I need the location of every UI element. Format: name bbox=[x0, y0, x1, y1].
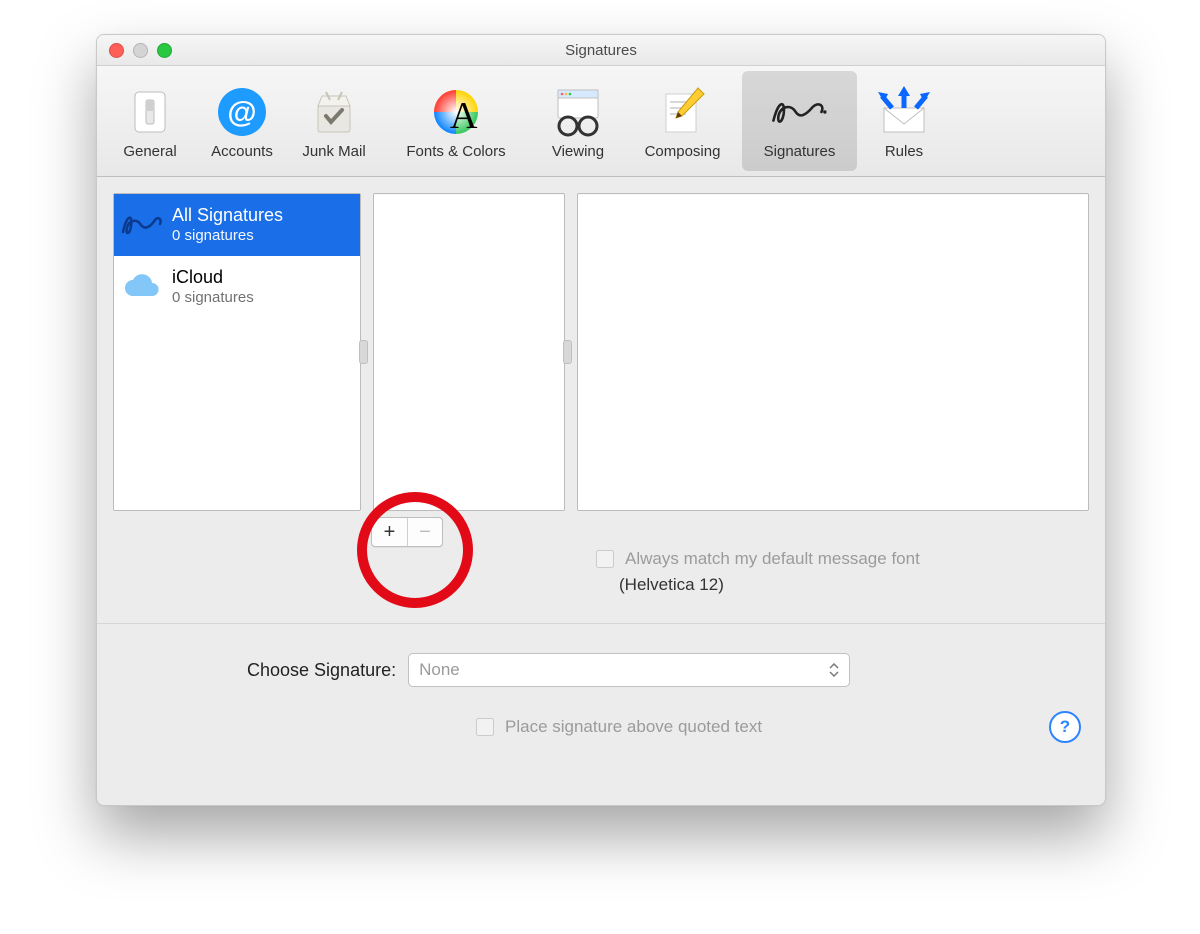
account-subtitle: 0 signatures bbox=[172, 289, 254, 307]
svg-text:@: @ bbox=[227, 96, 256, 129]
always-match-font-checkbox bbox=[596, 550, 614, 568]
chevron-updown-icon bbox=[825, 657, 843, 683]
tab-signatures[interactable]: Signatures bbox=[742, 71, 857, 171]
add-signature-button[interactable]: + bbox=[372, 518, 407, 546]
icloud-icon bbox=[120, 265, 164, 309]
tab-rules[interactable]: Rules bbox=[859, 71, 949, 171]
accounts-list[interactable]: All Signatures 0 signatures iCloud bbox=[113, 193, 361, 511]
divider bbox=[97, 623, 1105, 624]
signatures-pane: All Signatures 0 signatures iCloud bbox=[97, 177, 1105, 547]
minimize-window-button bbox=[133, 43, 148, 58]
tab-fonts-colors[interactable]: A Fonts & Colors bbox=[381, 71, 531, 171]
tab-label: Accounts bbox=[211, 143, 273, 160]
tab-viewing[interactable]: Viewing bbox=[533, 71, 623, 171]
choose-signature-value: None bbox=[419, 660, 460, 680]
add-remove-signature: + − bbox=[371, 517, 443, 547]
column-resize-handle[interactable] bbox=[359, 340, 368, 364]
preferences-toolbar: General @ Accounts bbox=[97, 66, 1105, 177]
choose-signature-label: Choose Signature: bbox=[247, 660, 396, 681]
always-match-font-label: Always match my default message font bbox=[625, 549, 920, 569]
default-font-display: (Helvetica 12) bbox=[619, 575, 920, 595]
account-title: All Signatures bbox=[172, 205, 283, 227]
account-all-signatures[interactable]: All Signatures 0 signatures bbox=[114, 194, 360, 256]
account-title: iCloud bbox=[172, 267, 254, 289]
tab-composing[interactable]: Composing bbox=[625, 71, 740, 171]
rules-icon bbox=[874, 83, 934, 141]
compose-icon bbox=[653, 83, 713, 141]
preferences-window: Signatures General @ bbox=[96, 34, 1106, 806]
tab-label: Junk Mail bbox=[302, 143, 365, 160]
window-controls bbox=[109, 43, 172, 58]
place-above-label: Place signature above quoted text bbox=[505, 717, 762, 737]
trash-icon bbox=[304, 83, 364, 141]
switch-icon bbox=[120, 83, 180, 141]
svg-text:A: A bbox=[450, 95, 478, 137]
colorwheel-icon: A bbox=[426, 83, 486, 141]
help-button[interactable]: ? bbox=[1049, 711, 1081, 743]
tab-label: Fonts & Colors bbox=[406, 143, 505, 160]
place-above-quoted-text-group: Place signature above quoted text bbox=[472, 715, 762, 739]
account-subtitle: 0 signatures bbox=[172, 227, 283, 245]
choose-signature-popup: None bbox=[408, 653, 850, 687]
signature-icon bbox=[120, 203, 164, 247]
tab-label: Signatures bbox=[764, 143, 836, 160]
tab-accounts[interactable]: @ Accounts bbox=[197, 71, 287, 171]
place-above-checkbox bbox=[476, 718, 494, 736]
zoom-window-button[interactable] bbox=[157, 43, 172, 58]
tab-label: Composing bbox=[645, 143, 721, 160]
always-match-font-group: Always match my default message font (He… bbox=[592, 547, 920, 595]
choose-signature-row: Choose Signature: None bbox=[247, 653, 850, 687]
remove-signature-button: − bbox=[407, 518, 442, 546]
titlebar: Signatures bbox=[97, 35, 1105, 66]
close-window-button[interactable] bbox=[109, 43, 124, 58]
tab-label: General bbox=[123, 143, 176, 160]
tab-junk-mail[interactable]: Junk Mail bbox=[289, 71, 379, 171]
signature-icon bbox=[770, 83, 830, 141]
signature-preview[interactable] bbox=[577, 193, 1089, 511]
tab-label: Viewing bbox=[552, 143, 604, 160]
tab-general[interactable]: General bbox=[105, 71, 195, 171]
at-icon: @ bbox=[212, 83, 272, 141]
signature-names-list[interactable] bbox=[373, 193, 565, 511]
window-title: Signatures bbox=[97, 42, 1105, 59]
column-resize-handle[interactable] bbox=[563, 340, 572, 364]
glasses-icon bbox=[548, 83, 608, 141]
tab-label: Rules bbox=[885, 143, 923, 160]
account-icloud[interactable]: iCloud 0 signatures bbox=[114, 256, 360, 318]
